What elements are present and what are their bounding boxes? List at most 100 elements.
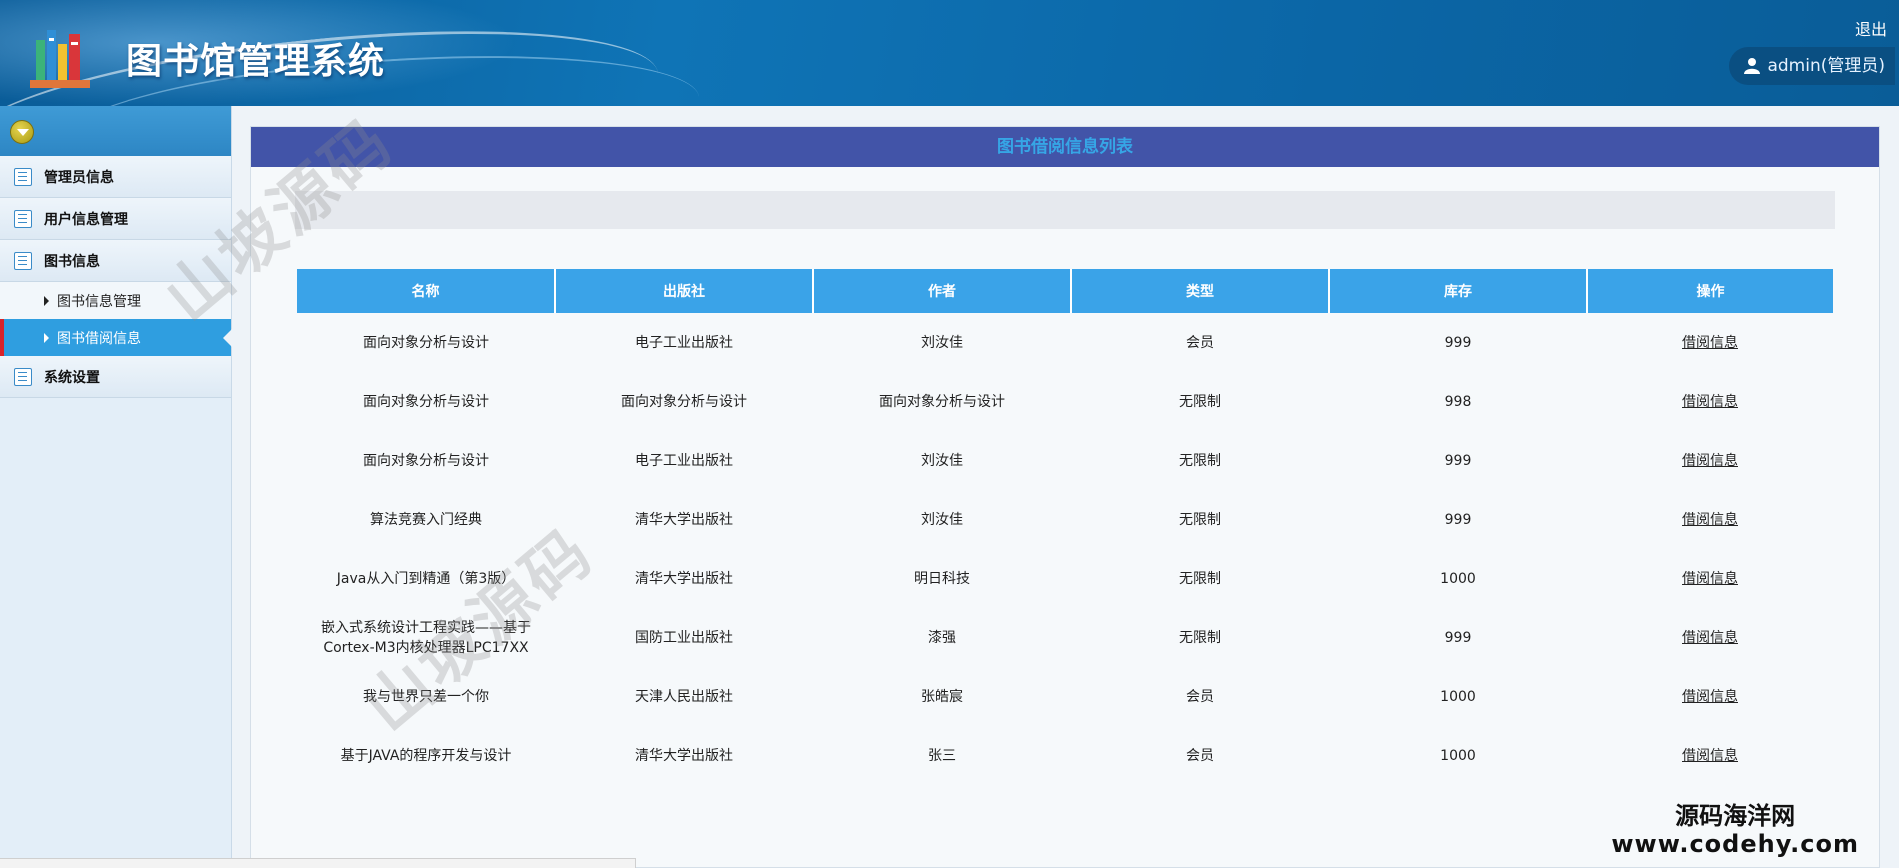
sidebar-item-book-management[interactable]: 图书信息管理 — [0, 282, 231, 319]
cell-author: 刘汝佳 — [921, 511, 963, 528]
table-row: 面向对象分析与设计 电子工业出版社 刘汝佳 无限制 999 借阅信息 — [297, 431, 1833, 490]
cell-publisher: 国防工业出版社 — [635, 629, 733, 646]
borrow-info-link[interactable]: 借阅信息 — [1682, 630, 1738, 646]
cell-stock: 1000 — [1440, 747, 1476, 764]
cell-type: 无限制 — [1179, 570, 1221, 587]
cell-name: 算法竞赛入门经典 — [370, 511, 482, 528]
user-name: admin(管理员) — [1767, 56, 1885, 76]
cell-name: 基于JAVA的程序开发与设计 — [340, 747, 512, 764]
table-row: 算法竞赛入门经典 清华大学出版社 刘汝佳 无限制 999 借阅信息 — [297, 490, 1833, 549]
app-title: 图书馆管理系统 — [126, 41, 386, 82]
cell-publisher: 清华大学出版社 — [635, 747, 733, 764]
cell-type: 会员 — [1186, 747, 1214, 764]
cell-action: 借阅信息 — [1587, 313, 1833, 372]
cell-stock: 999 — [1444, 452, 1472, 469]
column-header-publisher: 出版社 — [555, 269, 814, 313]
cell-publisher: 清华大学出版社 — [635, 511, 733, 528]
cell-action: 借阅信息 — [1587, 608, 1833, 667]
cell-name: 面向对象分析与设计 — [363, 393, 489, 410]
table-row: 嵌入式系统设计工程实践——基于Cortex-M3内核处理器LPC17XX 国防工… — [297, 608, 1833, 667]
borrow-info-link[interactable]: 借阅信息 — [1682, 335, 1738, 351]
cell-type: 无限制 — [1179, 511, 1221, 528]
panel-title: 图书借阅信息列表 — [251, 127, 1879, 167]
sidebar-item-label: 图书信息管理 — [57, 293, 141, 310]
corner-watermark-url: www.codehy.com — [1611, 830, 1859, 858]
user-icon — [1744, 58, 1761, 74]
app-header: 图书馆管理系统 退出 admin(管理员) — [0, 0, 1899, 106]
borrow-info-link[interactable]: 借阅信息 — [1682, 571, 1738, 587]
cell-type: 会员 — [1186, 688, 1214, 705]
corner-watermark: 源码海洋网 www.codehy.com — [1611, 802, 1859, 858]
cell-stock: 999 — [1444, 629, 1472, 646]
sidebar-item-borrow-info[interactable]: 图书借阅信息 — [0, 319, 232, 356]
list-icon — [14, 209, 32, 228]
cell-action: 借阅信息 — [1587, 431, 1833, 490]
sidebar-group-user-management[interactable]: 用户信息管理 — [0, 198, 231, 240]
column-header-action: 操作 — [1587, 269, 1833, 313]
list-icon — [14, 167, 32, 186]
cell-publisher: 清华大学出版社 — [635, 570, 733, 587]
cell-action: 借阅信息 — [1587, 667, 1833, 726]
cell-type: 无限制 — [1179, 629, 1221, 646]
borrow-table: 名称 出版社 作者 类型 库存 操作 面向对象分析与设计 电子工业出版社 刘汝佳… — [297, 269, 1833, 785]
cell-type: 会员 — [1186, 334, 1214, 351]
cell-publisher: 电子工业出版社 — [635, 334, 733, 351]
cell-stock: 999 — [1444, 334, 1472, 351]
search-bar — [295, 191, 1835, 229]
column-header-author: 作者 — [813, 269, 1072, 313]
sidebar-group-label: 管理员信息 — [44, 169, 114, 186]
column-header-stock: 库存 — [1329, 269, 1588, 313]
books-logo-icon — [30, 30, 90, 88]
user-badge[interactable]: admin(管理员) — [1729, 47, 1895, 85]
sidebar-group-system-settings[interactable]: 系统设置 — [0, 356, 231, 398]
list-icon — [14, 251, 32, 270]
table-header-row: 名称 出版社 作者 类型 库存 操作 — [297, 269, 1833, 313]
sidebar-group-label: 系统设置 — [44, 369, 100, 386]
sidebar-group-admin-info[interactable]: 管理员信息 — [0, 156, 231, 198]
cell-action: 借阅信息 — [1587, 490, 1833, 549]
cell-publisher: 天津人民出版社 — [635, 688, 733, 705]
column-header-type: 类型 — [1071, 269, 1330, 313]
logout-link[interactable]: 退出 — [1855, 16, 1887, 40]
cell-publisher: 电子工业出版社 — [635, 452, 733, 469]
main-content: 图书借阅信息列表 名称 出版社 作者 类型 库存 操作 面向对象分析与设计 电子… — [250, 126, 1880, 868]
cell-name: 面向对象分析与设计 — [363, 452, 489, 469]
caret-right-icon — [44, 295, 49, 306]
borrow-info-link[interactable]: 借阅信息 — [1682, 748, 1738, 764]
table-row: 面向对象分析与设计 电子工业出版社 刘汝佳 会员 999 借阅信息 — [297, 313, 1833, 372]
borrow-info-link[interactable]: 借阅信息 — [1682, 394, 1738, 410]
cell-name: 我与世界只差一个你 — [363, 688, 489, 705]
cell-name: Java从入门到精通（第3版） — [336, 570, 516, 587]
cell-action: 借阅信息 — [1587, 372, 1833, 431]
table-row: 我与世界只差一个你 天津人民出版社 张皓宸 会员 1000 借阅信息 — [297, 667, 1833, 726]
column-header-name: 名称 — [297, 269, 556, 313]
table-row: 基于JAVA的程序开发与设计 清华大学出版社 张三 会员 1000 借阅信息 — [297, 726, 1833, 785]
cell-action: 借阅信息 — [1587, 726, 1833, 785]
caret-right-icon — [44, 332, 49, 343]
table-row: 面向对象分析与设计 面向对象分析与设计 面向对象分析与设计 无限制 998 借阅… — [297, 372, 1833, 431]
cell-publisher: 面向对象分析与设计 — [621, 393, 747, 410]
cell-type: 无限制 — [1179, 452, 1221, 469]
cell-stock: 1000 — [1440, 688, 1476, 705]
cell-author: 刘汝佳 — [921, 452, 963, 469]
borrow-info-link[interactable]: 借阅信息 — [1682, 453, 1738, 469]
cell-stock: 998 — [1444, 393, 1472, 410]
cell-author: 张三 — [928, 747, 956, 764]
list-icon — [14, 367, 32, 386]
borrow-info-link[interactable]: 借阅信息 — [1682, 689, 1738, 705]
sidebar-top — [0, 106, 231, 156]
browser-status-strip — [0, 858, 636, 868]
table-row: Java从入门到精通（第3版） 清华大学出版社 明日科技 无限制 1000 借阅… — [297, 549, 1833, 608]
sidebar: 管理员信息 用户信息管理 图书信息 图书信息管理 图书借阅信息 系统设置 — [0, 106, 232, 868]
cell-stock: 999 — [1444, 511, 1472, 528]
cell-author: 明日科技 — [914, 570, 970, 587]
sidebar-group-book-info[interactable]: 图书信息 — [0, 240, 231, 282]
cell-action: 借阅信息 — [1587, 549, 1833, 608]
cell-stock: 1000 — [1440, 570, 1476, 587]
sidebar-group-label: 图书信息 — [44, 253, 100, 270]
sidebar-group-label: 用户信息管理 — [44, 211, 128, 228]
cell-author: 张皓宸 — [921, 688, 963, 705]
sidebar-item-label: 图书借阅信息 — [57, 330, 141, 347]
collapse-toggle-icon[interactable] — [10, 120, 34, 144]
borrow-info-link[interactable]: 借阅信息 — [1682, 512, 1738, 528]
